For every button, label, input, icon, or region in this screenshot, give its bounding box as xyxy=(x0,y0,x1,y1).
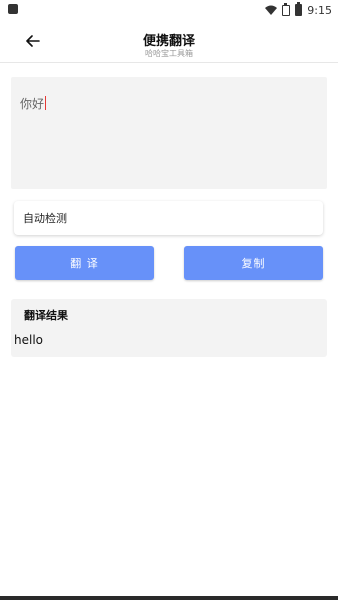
toolbar: 便携翻译 哈哈宝工具箱 xyxy=(0,20,338,63)
wifi-icon xyxy=(265,5,278,15)
source-text-input[interactable]: 你好 xyxy=(11,77,327,189)
status-time: 9:15 xyxy=(307,3,332,17)
result-text: hello xyxy=(14,333,43,347)
text-caret xyxy=(45,96,47,110)
translate-button[interactable]: 翻 译 xyxy=(15,246,154,280)
system-nav-bar xyxy=(0,596,338,600)
page-title: 便携翻译 xyxy=(142,34,195,49)
copy-button[interactable]: 复制 xyxy=(184,246,323,280)
source-text-value: 你好 xyxy=(20,97,45,111)
notification-icon xyxy=(8,4,18,14)
status-bar: 9:15 xyxy=(0,0,338,20)
language-select[interactable]: 自动检测 xyxy=(14,201,323,235)
status-icons: 9:15 xyxy=(265,2,332,17)
battery-icon xyxy=(295,2,303,16)
result-card: 翻译结果 hello xyxy=(11,299,327,357)
language-select-value: 自动检测 xyxy=(23,212,67,225)
sim-icon xyxy=(282,2,291,16)
result-header: 翻译结果 xyxy=(24,309,68,322)
page-subtitle: 哈哈宝工具箱 xyxy=(145,49,193,58)
